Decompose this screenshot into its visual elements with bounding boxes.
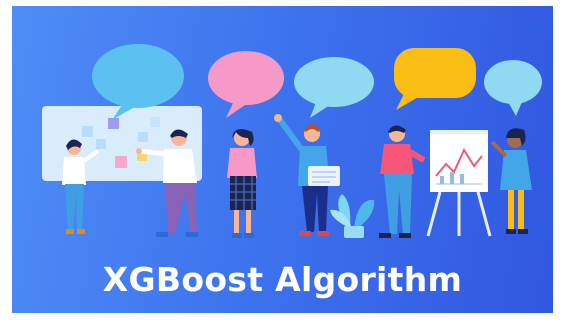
person-man-pink-shirt [379,125,426,238]
speech-bubble-yellow [394,48,476,110]
chart-easel [426,130,492,237]
speech-bubble-pink [208,51,284,118]
banner: XGBoost Algorithm [12,6,553,313]
person-man-raising-hand [274,114,340,236]
banner-title: XGBoost Algorithm [102,260,463,299]
person-woman-with-phone [227,129,257,238]
person-woman-at-easel [490,128,532,234]
speech-bubble-light [484,60,542,116]
potted-plant [330,194,375,238]
speech-bubble-light-blue [294,57,374,118]
